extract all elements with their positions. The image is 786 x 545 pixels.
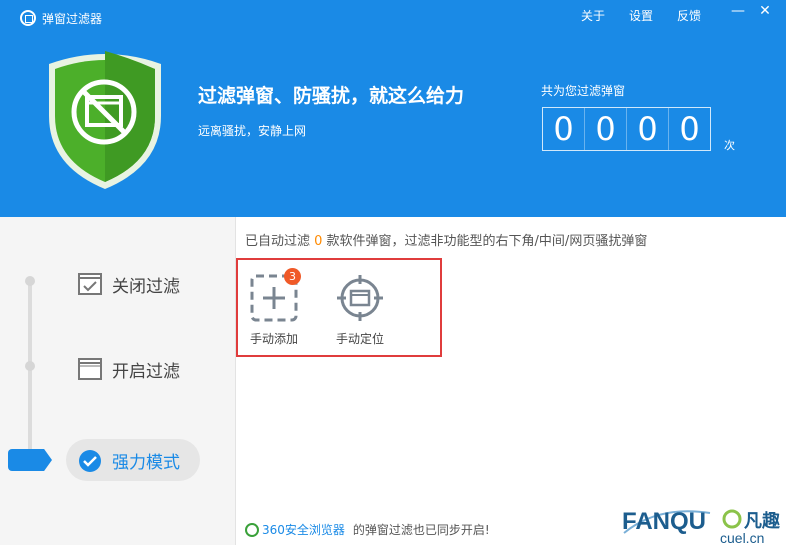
site-watermark-logo: FANQU 凡趣 cuel.cn bbox=[622, 508, 781, 545]
crosshair-window-icon bbox=[337, 275, 383, 321]
hero-headline: 过滤弹窗、防骚扰，就这么给力 bbox=[198, 85, 465, 107]
notification-badge: 3 bbox=[284, 268, 301, 285]
mode-label: 强力模式 bbox=[112, 452, 180, 473]
svg-text:凡趣: 凡趣 bbox=[744, 511, 781, 532]
feedback-button[interactable]: 反馈 bbox=[677, 7, 701, 24]
tool-label: 手动定位 bbox=[335, 332, 384, 346]
counter-digit: 0 bbox=[679, 110, 700, 148]
filter-description: 已自动过滤 0 款软件弹窗，过滤非功能型的右下角/中间/网页骚扰弹窗 bbox=[245, 230, 647, 249]
counter-digit: 0 bbox=[627, 108, 669, 150]
mode-close-filter[interactable]: 关闭过滤 bbox=[66, 263, 200, 305]
browser-link[interactable]: 360安全浏览器 bbox=[262, 521, 345, 538]
mode-label: 关闭过滤 bbox=[112, 276, 180, 297]
manual-locate-button[interactable]: 手动定位 bbox=[325, 274, 395, 347]
app-title: 弹窗过滤器 bbox=[42, 12, 103, 26]
tool-label: 手动添加 bbox=[249, 332, 298, 346]
filtered-counter: 0 0 0 0 bbox=[542, 107, 711, 151]
counter-digit: 0 bbox=[585, 108, 627, 150]
rail-dot bbox=[25, 361, 35, 371]
counter-digit: 0 bbox=[543, 108, 585, 150]
mode-sidebar: 关闭过滤 开启过滤 强力模式 bbox=[0, 217, 236, 545]
counter-unit: 次 bbox=[724, 139, 735, 152]
mode-slider-handle[interactable] bbox=[8, 449, 52, 471]
header-banner: 弹窗过滤器 关于 设置 反馈 — ✕ 过滤弹窗、防骚扰，就这么给力 远离骚扰，安… bbox=[0, 0, 786, 217]
browser-360-icon bbox=[245, 522, 259, 537]
title-bar: 弹窗过滤器 关于 设置 反馈 — ✕ bbox=[0, 0, 786, 30]
rail-dot bbox=[25, 276, 35, 286]
svg-text:FANQU: FANQU bbox=[622, 508, 706, 535]
window-icon bbox=[78, 358, 102, 380]
app-logo-icon bbox=[20, 10, 36, 26]
check-window-icon bbox=[78, 273, 102, 295]
close-button[interactable]: ✕ bbox=[755, 3, 775, 19]
shield-icon bbox=[49, 51, 161, 189]
counter-label: 共为您过滤弹窗 bbox=[541, 84, 626, 98]
manual-add-button[interactable]: 手动添加 bbox=[239, 274, 309, 347]
desc-prefix: 已自动过滤 bbox=[245, 234, 315, 249]
desc-suffix: 款软件弹窗，过滤非功能型的右下角/中间/网页骚扰弹窗 bbox=[322, 234, 648, 249]
mode-label: 开启过滤 bbox=[112, 361, 180, 382]
about-button[interactable]: 关于 bbox=[581, 7, 605, 24]
minimize-button[interactable]: — bbox=[728, 3, 748, 19]
mode-power[interactable]: 强力模式 bbox=[66, 439, 200, 481]
footer-note: 360安全浏览器 的弹窗过滤也已同步开启! bbox=[245, 521, 490, 538]
check-circle-icon bbox=[78, 449, 102, 472]
settings-button[interactable]: 设置 bbox=[629, 7, 653, 24]
hero-subline: 远离骚扰，安静上网 bbox=[198, 124, 307, 138]
mode-open-filter[interactable]: 开启过滤 bbox=[66, 348, 200, 390]
svg-text:cuel.cn: cuel.cn bbox=[720, 530, 764, 545]
footer-text: 的弹窗过滤也已同步开启! bbox=[352, 523, 490, 537]
